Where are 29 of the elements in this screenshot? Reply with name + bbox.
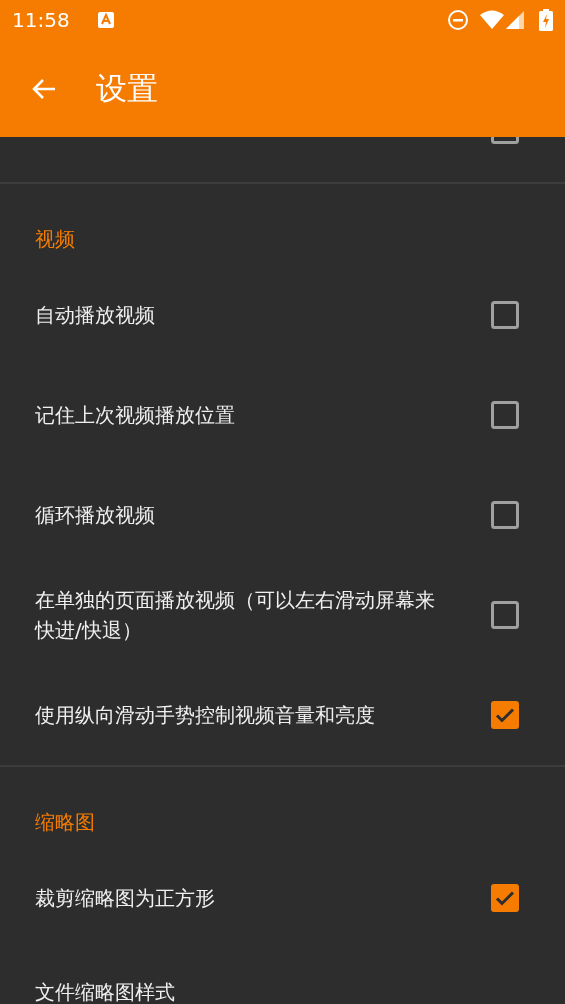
checkbox[interactable] [491, 601, 519, 629]
setting-row[interactable]: 裁剪缩略图为正方形 [0, 848, 565, 948]
setting-label: 自动播放视频 [35, 302, 156, 329]
setting-row[interactable]: 在单独的页面播放视频（可以左右滑动屏幕来快进/快退） [0, 565, 565, 665]
setting-label: 裁剪缩略图为正方形 [35, 885, 216, 912]
setting-label: 文件缩略图样式 [35, 981, 176, 1004]
setting-label: 使用纵向滑动手势控制视频音量和亮度 [35, 702, 376, 729]
back-arrow-icon[interactable] [31, 76, 57, 101]
section-header: 视频 [35, 225, 75, 253]
keyboard-a-icon [97, 12, 114, 28]
setting-label: 在单独的页面播放视频（可以左右滑动屏幕来快进/快退） [35, 587, 436, 644]
setting-label: 记住上次视频播放位置 [35, 402, 236, 429]
checkbox[interactable] [491, 701, 519, 729]
battery-charging-icon [539, 9, 553, 31]
checkbox[interactable] [491, 401, 519, 429]
checkbox[interactable] [491, 501, 519, 529]
setting-row[interactable]: 文件缩略图样式 [0, 948, 565, 1004]
checkbox[interactable] [491, 884, 519, 912]
setting-row[interactable]: 使用纵向滑动手势控制视频音量和亮度 [0, 665, 565, 765]
section-header: 缩略图 [35, 808, 95, 836]
setting-row[interactable]: 自动播放视频 [0, 265, 565, 365]
signal-icon [505, 10, 525, 30]
status-time: 11:58 [12, 7, 70, 34]
page-title: 设置 [96, 69, 158, 109]
setting-row[interactable]: 循环播放视频 [0, 465, 565, 565]
setting-label: 循环播放视频 [35, 502, 156, 529]
checkbox[interactable] [491, 301, 519, 329]
setting-row[interactable]: 记住上次视频播放位置 [0, 365, 565, 465]
do-not-disturb-icon [447, 9, 469, 31]
